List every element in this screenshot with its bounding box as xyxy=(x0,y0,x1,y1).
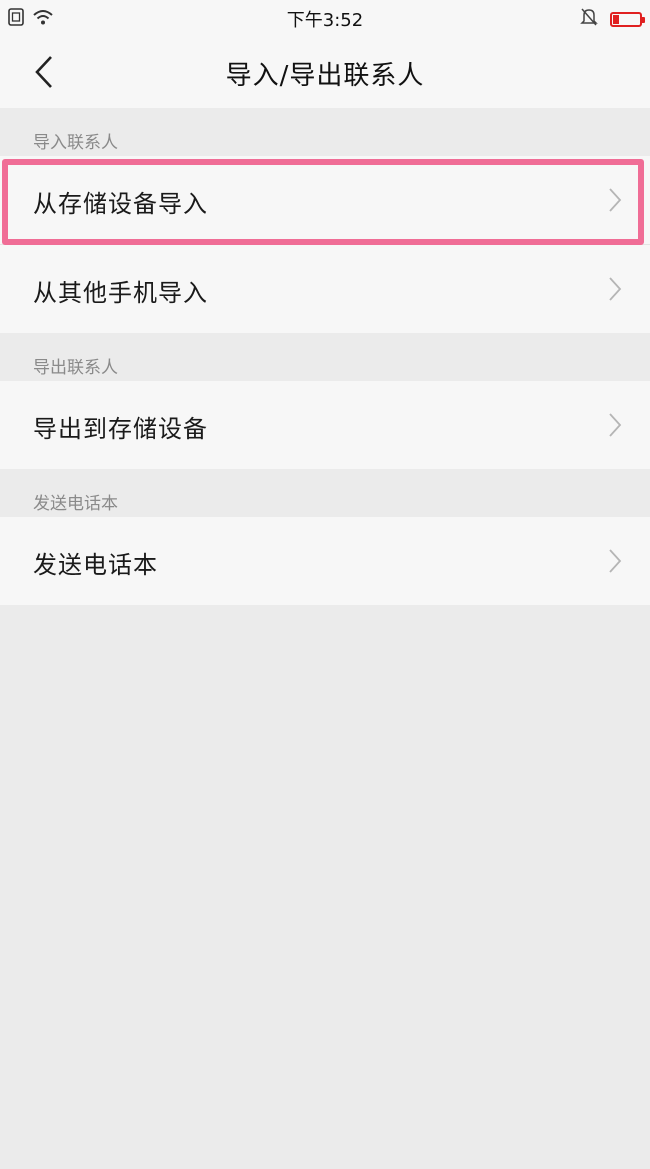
bell-muted-icon xyxy=(580,7,598,31)
section-header-import: 导入联系人 xyxy=(0,108,650,156)
section-header-send: 发送电话本 xyxy=(0,469,650,517)
status-bar: 下午3:52 xyxy=(0,0,650,36)
list-item-send-phonebook[interactable]: 发送电话本 xyxy=(0,517,650,605)
list-item-label: 导出到存储设备 xyxy=(33,415,208,443)
list-item-label: 从其他手机导入 xyxy=(33,279,208,307)
chevron-right-icon xyxy=(608,412,622,442)
list-item-import-from-other-phone[interactable]: 从其他手机导入 xyxy=(0,245,650,333)
page-title: 导入/导出联系人 xyxy=(225,61,425,91)
status-time: 下午3:52 xyxy=(286,10,364,31)
list-item-export-to-storage[interactable]: 导出到存储设备 xyxy=(0,381,650,469)
nav-bar: 导入/导出联系人 xyxy=(0,36,650,108)
battery-low-icon xyxy=(610,11,645,27)
list-item-import-from-storage[interactable]: 从存储设备导入 xyxy=(0,156,650,245)
section-header-export: 导出联系人 xyxy=(0,333,650,381)
list-item-label: 从存储设备导入 xyxy=(33,190,208,218)
status-right xyxy=(580,7,645,31)
list-item-label: 发送电话本 xyxy=(33,551,158,579)
chevron-right-icon xyxy=(608,187,622,217)
chevron-right-icon xyxy=(608,548,622,578)
chevron-right-icon xyxy=(608,276,622,306)
